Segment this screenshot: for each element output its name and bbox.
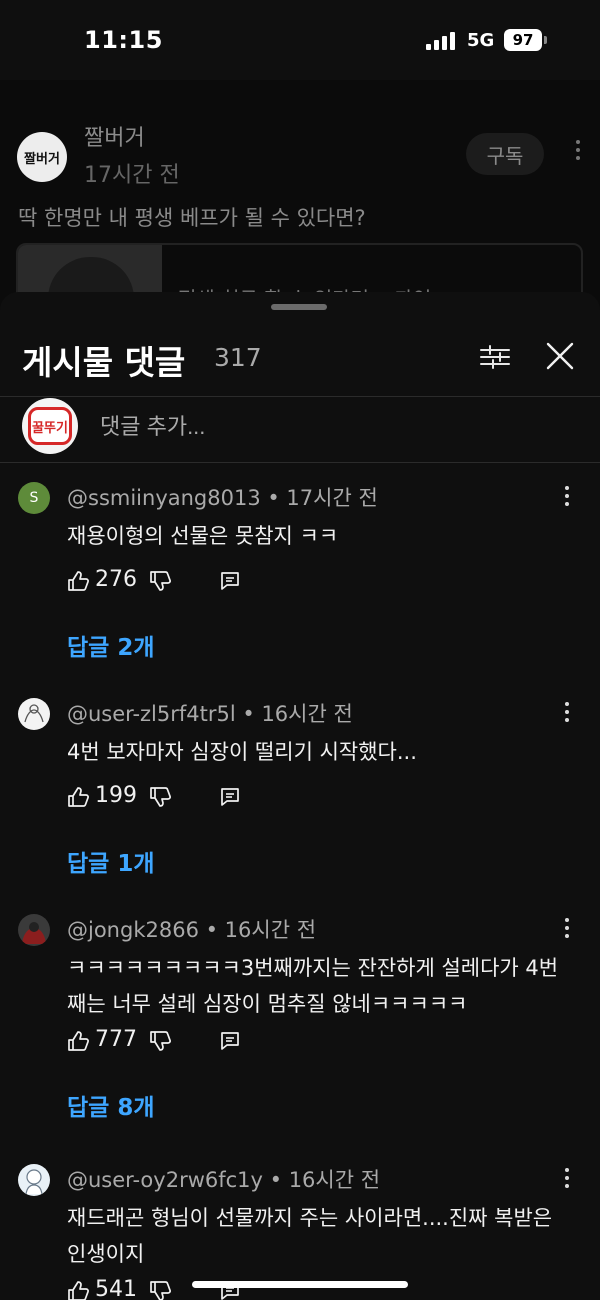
my-avatar-logo: 꿀뚜기 <box>28 407 72 445</box>
divider <box>0 396 600 397</box>
comment-avatar[interactable]: S <box>18 482 50 514</box>
network-type: 5G <box>467 30 495 51</box>
status-bar: 11:15 5G 97 <box>0 0 600 80</box>
dislike-icon[interactable] <box>149 1030 171 1052</box>
drag-handle[interactable] <box>271 304 327 310</box>
comment-text: 재드래곤 형님이 선물까지 주는 사이라면....진짜 복받은 인생이지 <box>67 1206 553 1266</box>
filter-icon[interactable] <box>480 344 510 370</box>
comment-avatar[interactable] <box>18 914 50 946</box>
comment-author-meta[interactable]: @user-zl5rf4tr5l • 16시간 전 <box>67 698 353 728</box>
more-vertical-icon[interactable] <box>557 702 577 726</box>
comment-text: ㅋㅋㅋㅋㅋㅋㅋㅋㅋ3번째까지는 잔잔하게 설레다가 4번째는 너무 설레 심장이… <box>67 956 559 1016</box>
reply-icon[interactable] <box>219 1030 241 1052</box>
add-comment-input[interactable]: 댓글 추가... <box>100 409 560 441</box>
divider <box>0 462 600 463</box>
signal-icon <box>426 32 458 50</box>
comment-avatar[interactable] <box>18 1164 50 1196</box>
more-vertical-icon[interactable] <box>557 486 577 510</box>
comment-author-meta[interactable]: @ssmiinyang8013 • 17시간 전 <box>67 482 378 512</box>
comment-text: 재용이형의 선물은 못참지 ㅋㅋ <box>67 524 339 548</box>
post-more-icon[interactable] <box>568 140 588 170</box>
channel-avatar[interactable]: 짤버거 <box>17 132 67 182</box>
reply-icon[interactable] <box>219 786 241 808</box>
battery-tip <box>544 36 547 44</box>
like-icon[interactable] <box>67 1030 89 1052</box>
like-count: 541 <box>95 1277 137 1300</box>
channel-name[interactable]: 짤버거 <box>84 120 145 152</box>
like-icon[interactable] <box>67 786 89 808</box>
post-text: 딱 한명만 내 평생 베프가 될 수 있다면? <box>18 206 366 230</box>
dislike-icon[interactable] <box>149 570 171 592</box>
post-time: 17시간 전 <box>84 163 180 188</box>
comment-text: 4번 보자마자 심장이 떨리기 시작했다... <box>67 740 417 764</box>
subscribe-button[interactable]: 구독 <box>466 133 544 175</box>
like-count: 777 <box>95 1027 137 1052</box>
reply-icon[interactable] <box>219 570 241 592</box>
dislike-icon[interactable] <box>149 1280 171 1300</box>
home-indicator[interactable] <box>192 1281 408 1288</box>
sheet-title: 게시물 댓글 <box>22 343 186 382</box>
comment-avatar[interactable] <box>18 698 50 730</box>
like-count: 199 <box>95 783 137 808</box>
comment-author-meta[interactable]: @user-oy2rw6fc1y • 16시간 전 <box>67 1164 380 1194</box>
view-replies-link[interactable]: 답글 8개 <box>67 1088 155 1122</box>
close-icon[interactable] <box>546 342 574 370</box>
view-replies-link[interactable]: 답글 2개 <box>67 628 155 662</box>
more-vertical-icon[interactable] <box>557 1168 577 1192</box>
battery-icon: 97 <box>504 29 542 51</box>
view-replies-link[interactable]: 답글 1개 <box>67 844 155 878</box>
like-count: 276 <box>95 567 137 592</box>
more-vertical-icon[interactable] <box>557 918 577 942</box>
comments-sheet: 게시물 댓글 317 꿀뚜기 댓글 추가... S @ssmiinyang801… <box>0 292 600 1300</box>
like-icon[interactable] <box>67 1280 89 1300</box>
dislike-icon[interactable] <box>149 786 171 808</box>
status-time: 11:15 <box>84 26 163 54</box>
like-icon[interactable] <box>67 570 89 592</box>
comment-count: 317 <box>214 343 262 372</box>
comment-author-meta[interactable]: @jongk2866 • 16시간 전 <box>67 914 316 944</box>
my-avatar: 꿀뚜기 <box>22 398 78 454</box>
